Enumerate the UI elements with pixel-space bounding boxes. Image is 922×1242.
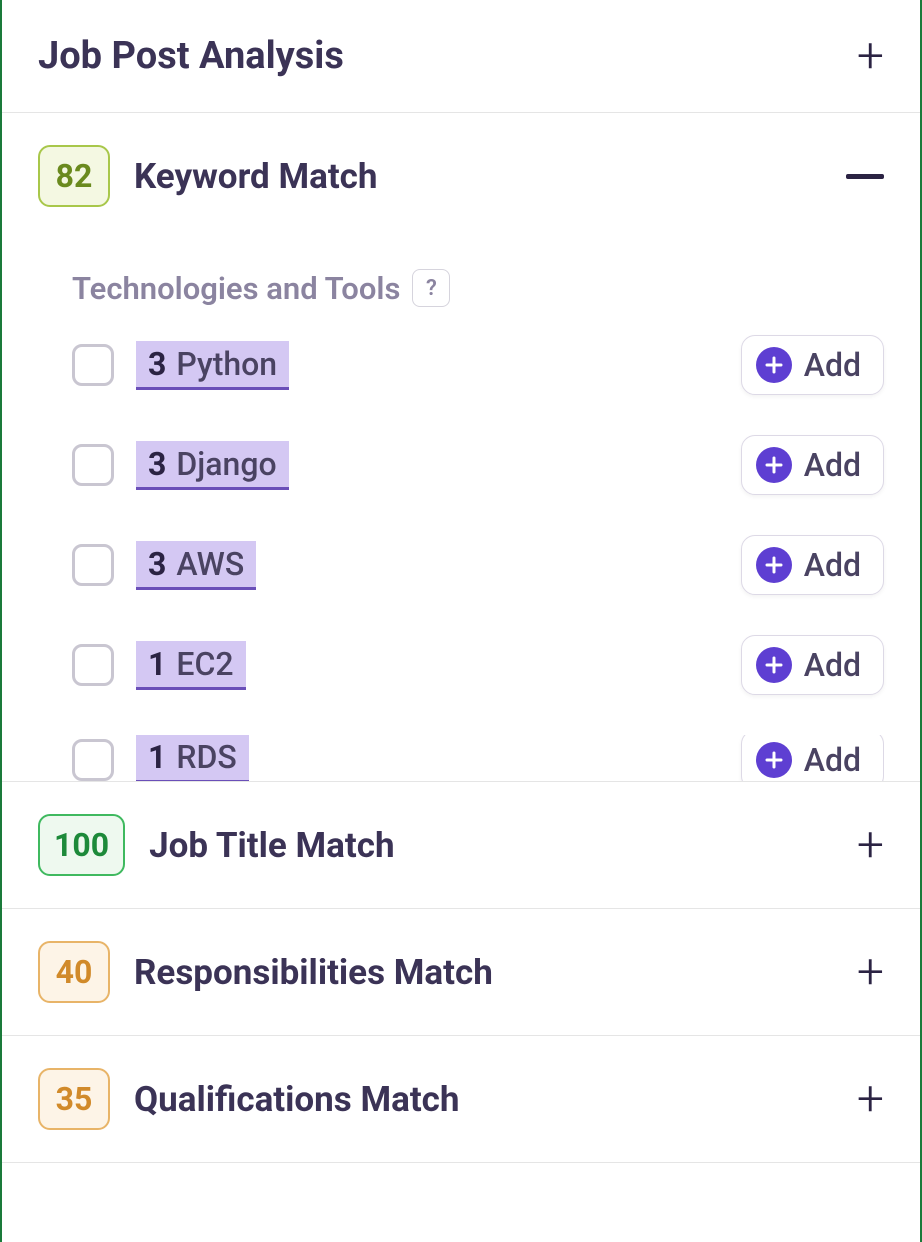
section-header-job-post-analysis[interactable]: Job Post Analysis + [2,0,920,112]
add-keyword-button[interactable]: Add [741,535,884,595]
keyword-name: EC2 [176,645,233,683]
section-title: Job Title Match [149,825,395,866]
keyword-row: 3 AWS Add [72,535,884,595]
plus-circle-icon [756,347,792,383]
collapse-icon [846,174,884,179]
section-title: Job Post Analysis [38,34,344,78]
section-title: Responsibilities Match [134,952,493,993]
score-badge: 40 [38,941,110,1003]
keyword-name: AWS [176,545,244,583]
expand-icon: + [857,821,884,869]
add-button-label: Add [804,446,861,484]
score-badge: 35 [38,1068,110,1130]
expand-icon: + [857,948,884,996]
keyword-pill[interactable]: 1 EC2 [136,641,246,690]
keyword-count: 3 [148,445,166,483]
plus-circle-icon [756,647,792,683]
add-button-label: Add [804,741,861,779]
keyword-count: 1 [148,738,166,776]
keyword-count: 3 [148,545,166,583]
keyword-checkbox[interactable] [72,444,114,486]
keyword-checkbox[interactable] [72,544,114,586]
score-badge: 82 [38,145,110,207]
keyword-pill[interactable]: 3 AWS [136,541,256,590]
section-title: Qualifications Match [134,1079,460,1120]
section-header-job-title-match[interactable]: 100 Job Title Match + [2,782,920,908]
add-button-label: Add [804,346,861,384]
keyword-checkbox[interactable] [72,739,114,781]
add-button-label: Add [804,546,861,584]
section-header-responsibilities-match[interactable]: 40 Responsibilities Match + [2,909,920,1035]
section-header-keyword-match[interactable]: 82 Keyword Match [2,113,920,239]
keyword-name: Python [176,345,277,383]
keyword-checkbox[interactable] [72,344,114,386]
add-keyword-button[interactable]: Add [741,635,884,695]
expand-icon: + [857,1075,884,1123]
section-title: Keyword Match [134,156,378,197]
keyword-row: 3 Django Add [72,435,884,495]
plus-circle-icon [756,547,792,583]
keyword-name: Django [176,445,276,483]
score-badge: 100 [38,814,125,876]
keyword-pill[interactable]: 3 Django [136,441,289,490]
plus-circle-icon [756,447,792,483]
keyword-count: 1 [148,645,166,683]
keyword-row: 1 EC2 Add [72,635,884,695]
plus-circle-icon [756,742,792,778]
category-title: Technologies and Tools [72,270,400,307]
keyword-name: RDS [176,738,236,776]
add-keyword-button[interactable]: Add [741,735,884,781]
keyword-row: 3 Python Add [72,335,884,395]
keyword-checkbox[interactable] [72,644,114,686]
section-header-qualifications-match[interactable]: 35 Qualifications Match + [2,1036,920,1162]
add-button-label: Add [804,646,861,684]
add-keyword-button[interactable]: Add [741,335,884,395]
expand-icon: + [857,32,884,80]
keyword-pill[interactable]: 3 Python [136,341,289,390]
keyword-count: 3 [148,345,166,383]
help-icon[interactable]: ? [412,269,450,307]
keyword-row: 1 RDS Add [72,735,884,781]
keyword-pill[interactable]: 1 RDS [136,735,249,781]
add-keyword-button[interactable]: Add [741,435,884,495]
